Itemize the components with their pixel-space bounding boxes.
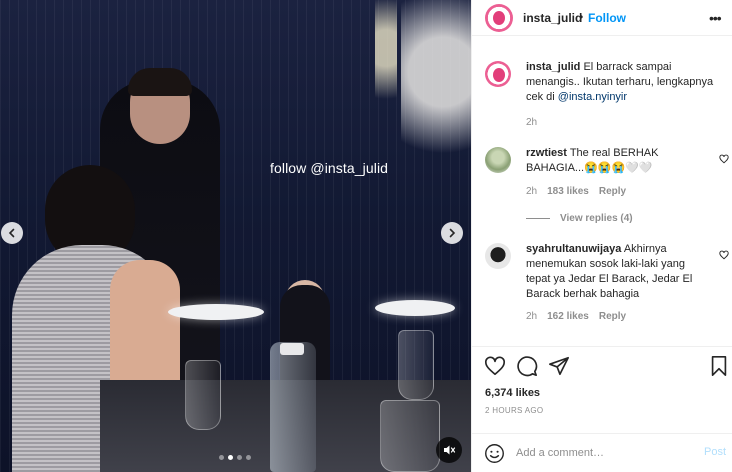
author-username[interactable]: insta_julid xyxy=(523,11,582,25)
more-options-button[interactable]: ••• xyxy=(709,10,722,26)
watermark-text: follow @insta_julid xyxy=(270,160,389,176)
reply-button[interactable]: Reply xyxy=(599,186,626,197)
comment-username[interactable]: rzwtiest xyxy=(526,147,567,159)
carousel-prev-button[interactable] xyxy=(1,222,23,244)
man-hair xyxy=(128,68,192,96)
post-media[interactable]: follow @insta_julid xyxy=(0,0,471,472)
comment-likes-count[interactable]: 183 likes xyxy=(547,186,589,197)
carousel-dot xyxy=(246,455,251,460)
post-likes-count[interactable]: 6,374 likes xyxy=(485,387,540,399)
comment-time: 2h xyxy=(526,186,538,197)
carousel-dot xyxy=(219,455,224,460)
view-replies-label: View replies (4) xyxy=(560,213,633,224)
caption-avatar[interactable] xyxy=(485,61,511,87)
author-avatar[interactable] xyxy=(485,4,513,32)
wine-glass xyxy=(185,360,221,430)
comment-text: rzwtiest The real BERHAK BAHAGIA...😭😭😭🤍🤍 xyxy=(526,146,706,176)
comment-username[interactable]: syahrultanuwijaya xyxy=(526,243,621,255)
carousel-dot-active xyxy=(228,455,233,460)
flower-decoration xyxy=(401,0,471,180)
post-header: insta_julid • Follow ••• xyxy=(472,0,732,36)
post-actions: 6,374 likes 2 HOURS AGO xyxy=(472,346,732,436)
commenter-avatar[interactable] xyxy=(485,147,511,173)
hanging-lights xyxy=(375,0,397,120)
water-glass xyxy=(380,400,440,472)
comment-meta: 2h 183 likes Reply xyxy=(526,186,626,197)
comment-text: syahrultanuwijaya Akhirnya menemukan sos… xyxy=(526,242,706,302)
table-lamp xyxy=(168,304,264,320)
carousel-next-button[interactable] xyxy=(441,222,463,244)
carousel-indicator xyxy=(219,455,251,460)
post-sidebar: insta_julid • Follow ••• insta_julid El … xyxy=(471,0,732,472)
header-separator: • xyxy=(579,10,584,24)
comment-like-heart-icon[interactable] xyxy=(719,154,729,164)
post-comment-button[interactable]: Post xyxy=(704,446,726,458)
commenter-avatar[interactable] xyxy=(485,243,511,269)
comment-form: Post xyxy=(472,433,732,472)
comment-like-heart-icon[interactable] xyxy=(719,250,729,260)
share-paper-plane-icon[interactable] xyxy=(548,355,570,377)
save-bookmark-icon[interactable] xyxy=(708,355,730,377)
reply-button[interactable]: Reply xyxy=(599,311,626,322)
caption-meta: 2h xyxy=(526,117,537,128)
comment-time: 2h xyxy=(526,311,538,322)
emoji-smiley-icon[interactable] xyxy=(484,443,505,464)
bottle-cap xyxy=(280,343,304,355)
audio-toggle-button[interactable] xyxy=(436,437,462,463)
wine-glass xyxy=(398,330,434,400)
like-heart-icon[interactable] xyxy=(484,355,506,377)
caption-mention-link[interactable]: @insta.nyinyir xyxy=(558,91,627,103)
post-timestamp: 2 HOURS AGO xyxy=(485,406,544,415)
replies-divider-line xyxy=(526,218,550,219)
comment-bubble-icon[interactable] xyxy=(516,355,538,377)
view-replies-button[interactable]: View replies (4) xyxy=(526,213,633,224)
chevron-right-icon xyxy=(449,228,456,238)
caption-time: 2h xyxy=(526,117,538,128)
water-bottle xyxy=(270,342,316,472)
caption-text: insta_julid El barrack sampai menangis..… xyxy=(526,60,726,105)
caption-username[interactable]: insta_julid xyxy=(526,61,580,73)
comment-likes-count[interactable]: 162 likes xyxy=(547,311,589,322)
muted-speaker-icon xyxy=(444,445,456,455)
comment-meta: 2h 162 likes Reply xyxy=(526,311,626,322)
comment-input[interactable] xyxy=(516,442,691,464)
table-lamp xyxy=(375,300,455,316)
follow-button[interactable]: Follow xyxy=(588,11,626,25)
carousel-dot xyxy=(237,455,242,460)
chevron-left-icon xyxy=(8,228,15,238)
